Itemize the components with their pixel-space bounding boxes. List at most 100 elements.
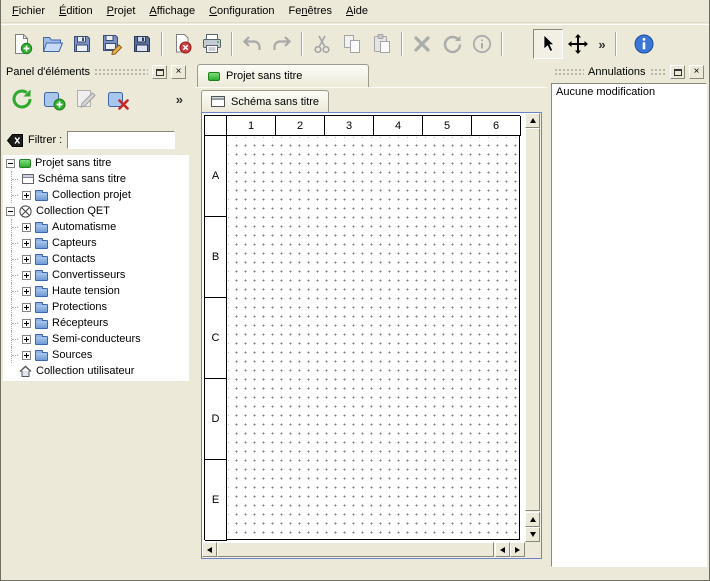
collapse-icon[interactable] (6, 207, 15, 216)
undo-button[interactable] (237, 29, 267, 59)
undo-panel-titlebar[interactable]: Annulations × (551, 64, 707, 80)
row-header: B (205, 217, 227, 298)
expand-icon[interactable] (22, 271, 31, 280)
float-dock-button[interactable] (152, 65, 167, 79)
vertical-scrollbar[interactable] (525, 113, 541, 542)
scroll-up-button[interactable] (525, 113, 540, 128)
menu-edition[interactable]: Édition (52, 1, 100, 21)
copy-icon (341, 33, 363, 55)
tree-item-collection-projet[interactable]: Collection projet (3, 187, 189, 203)
expand-icon[interactable] (22, 191, 31, 200)
menu-fichier[interactable]: Fichier (5, 1, 52, 21)
schema-view: 1 2 3 4 5 6 A B C D E (201, 112, 542, 559)
delete-button[interactable] (407, 29, 437, 59)
tree-item-automatisme[interactable]: Automatisme (3, 219, 189, 235)
clear-filter-button[interactable] (7, 134, 23, 147)
toolbar-overflow-button[interactable]: » (593, 29, 611, 59)
expand-icon[interactable] (22, 287, 31, 296)
save-all-button[interactable] (127, 29, 157, 59)
home-icon (19, 365, 32, 378)
menu-affichage[interactable]: Affichage (142, 1, 202, 21)
tree-item-capteurs[interactable]: Capteurs (3, 235, 189, 251)
copy-button[interactable] (337, 29, 367, 59)
dock-grip[interactable] (650, 68, 667, 76)
menu-projet[interactable]: Projet (100, 1, 143, 21)
tree-item-schema-sans-titre[interactable]: Schéma sans titre (3, 171, 189, 187)
close-file-button[interactable] (167, 29, 197, 59)
horizontal-scroll-thumb[interactable] (217, 542, 494, 557)
drawing-grid[interactable] (228, 137, 519, 539)
tree-item-recepteurs[interactable]: Récepteurs (3, 315, 189, 331)
tree-item-haute-tension[interactable]: Haute tension (3, 283, 189, 299)
paste-button[interactable] (367, 29, 397, 59)
tree-item-semi-conducteurs[interactable]: Semi-conducteurs (3, 331, 189, 347)
menu-aide[interactable]: Aide (339, 1, 375, 21)
elements-tree[interactable]: Projet sans titre Schéma sans titre Coll… (3, 155, 189, 381)
close-dock-button[interactable]: × (689, 65, 704, 79)
select-tool-button[interactable] (533, 29, 563, 59)
expand-icon[interactable] (22, 335, 31, 344)
delete-element-button[interactable] (103, 84, 133, 114)
tab-projet-sans-titre[interactable]: Projet sans titre (197, 64, 369, 87)
tree-item-collection-utilisateur[interactable]: Collection utilisateur (3, 363, 189, 379)
filter-input[interactable] (67, 131, 175, 149)
paste-icon (371, 33, 393, 55)
up-arrow-icon (530, 517, 536, 522)
edit-element-button[interactable] (71, 84, 101, 114)
tree-item-collection-qet[interactable]: Collection QET (3, 203, 189, 219)
tree-item-sources[interactable]: Sources (3, 347, 189, 363)
about-button[interactable] (629, 29, 659, 59)
reload-collections-button[interactable] (7, 84, 37, 114)
close-file-icon (171, 33, 193, 55)
panel-overflow-button[interactable]: » (176, 92, 183, 107)
toolbar-separator (231, 32, 233, 56)
expand-icon[interactable] (22, 303, 31, 312)
save-button[interactable] (67, 29, 97, 59)
undo-list-item[interactable]: Aucune modification (552, 84, 706, 100)
rotate-button[interactable] (437, 29, 467, 59)
menu-fenetres[interactable]: Fenêtres (282, 1, 339, 21)
elements-panel-title: Panel d'éléments (6, 66, 90, 78)
vertical-scroll-thumb[interactable] (525, 128, 540, 511)
expand-icon[interactable] (22, 239, 31, 248)
scrollbar-corner (525, 542, 541, 558)
redo-button[interactable] (267, 29, 297, 59)
tab-schema-sans-titre[interactable]: Schéma sans titre (201, 90, 329, 112)
tree-item-contacts[interactable]: Contacts (3, 251, 189, 267)
dock-grip[interactable] (94, 68, 148, 76)
expand-icon[interactable] (22, 351, 31, 360)
float-dock-button[interactable] (670, 65, 685, 79)
save-as-button[interactable] (97, 29, 127, 59)
diagram-corner (205, 116, 227, 136)
scroll-left-button[interactable] (495, 542, 510, 557)
scroll-down-button[interactable] (525, 527, 540, 542)
open-project-button[interactable] (37, 29, 67, 59)
tree-item-protections[interactable]: Protections (3, 299, 189, 315)
close-dock-button[interactable]: × (171, 65, 186, 79)
move-tool-button[interactable] (563, 29, 593, 59)
new-element-button[interactable] (39, 84, 69, 114)
new-document-button[interactable] (7, 29, 37, 59)
row-header: C (205, 298, 227, 379)
folder-icon (35, 288, 48, 297)
dock-grip[interactable] (554, 68, 584, 76)
scroll-right-button[interactable] (510, 542, 525, 557)
cut-button[interactable] (307, 29, 337, 59)
tree-item-projet-sans-titre[interactable]: Projet sans titre (3, 155, 189, 171)
collapse-icon[interactable] (6, 159, 15, 168)
schema-viewport[interactable]: 1 2 3 4 5 6 A B C D E (202, 113, 525, 542)
filter-row: Filtrer : (3, 129, 189, 151)
scroll-up-button[interactable] (525, 512, 540, 527)
right-arrow-icon (515, 547, 520, 553)
expand-icon[interactable] (22, 319, 31, 328)
scroll-left-button[interactable] (202, 542, 217, 557)
undo-history-list[interactable]: Aucune modification (551, 83, 707, 567)
edit-info-button[interactable] (467, 29, 497, 59)
print-button[interactable] (197, 29, 227, 59)
tree-item-convertisseurs[interactable]: Convertisseurs (3, 267, 189, 283)
horizontal-scrollbar[interactable] (202, 542, 525, 558)
elements-panel-titlebar[interactable]: Panel d'éléments × (3, 64, 189, 80)
expand-icon[interactable] (22, 223, 31, 232)
expand-icon[interactable] (22, 255, 31, 264)
menu-configuration[interactable]: Configuration (202, 1, 281, 21)
